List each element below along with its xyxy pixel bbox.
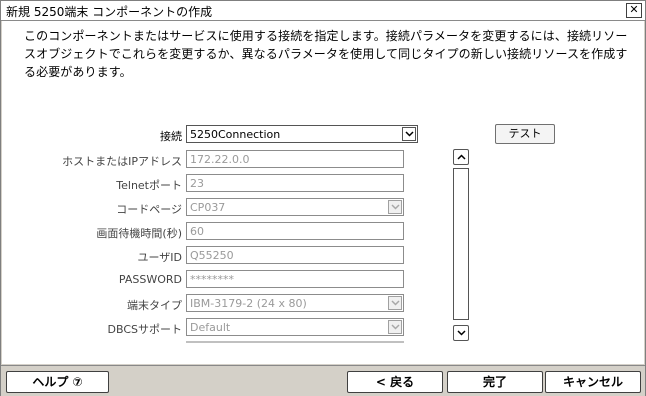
dbcs-support-field-value: Default <box>190 321 231 334</box>
password-field-label-box: PASSWORD <box>2 270 182 290</box>
user-id-field[interactable]: Q55250 <box>186 246 404 264</box>
description-text: このコンポーネントまたはサービスに使用する接続を指定します。接続パラメータを変更… <box>24 29 628 79</box>
help-button[interactable]: ヘルプ ⑦ <box>6 371 109 393</box>
telnet-port-field-label: Telnetポート <box>116 179 182 192</box>
connection-label: 接続 <box>160 130 182 143</box>
connection-dropdown-button[interactable] <box>402 127 416 141</box>
host-field[interactable]: 172.22.0.0 <box>186 150 404 168</box>
code-page-field[interactable]: CP037 <box>186 198 404 216</box>
host-field-label-box: ホストまたはIPアドレス <box>2 150 182 170</box>
code-page-field-label-box: コードページ <box>2 198 182 218</box>
chevron-up-icon <box>457 154 466 160</box>
terminal-type-field-value: IBM-3179-2 (24 x 80) <box>190 297 307 310</box>
scroll-up-button[interactable] <box>453 149 469 165</box>
button-bar: ヘルプ ⑦ < 戻る 完了 キャンセル <box>1 365 645 396</box>
close-button[interactable]: ✕ <box>626 3 642 18</box>
code-page-field-dropdown-button[interactable] <box>388 200 402 214</box>
terminal-type-field-dropdown-button[interactable] <box>388 296 402 310</box>
test-button[interactable]: テスト <box>495 124 555 144</box>
content-area: このコンポーネントまたはサービスに使用する接続を指定します。接続パラメータを変更… <box>2 21 644 364</box>
chevron-down-icon <box>391 300 400 306</box>
dbcs-support-field-label-box: DBCSサポート <box>2 318 183 338</box>
code-page-field-value: CP037 <box>190 201 226 214</box>
window-title: 新規 5250端末 コンポーネントの作成 <box>6 5 213 19</box>
dbcs-support-field[interactable]: Default <box>186 318 404 336</box>
finish-button[interactable]: 完了 <box>447 371 543 393</box>
dialog-window: 新規 5250端末 コンポーネントの作成 ✕ このコンポーネントまたはサービスに… <box>0 0 646 396</box>
back-button[interactable]: < 戻る <box>347 371 443 393</box>
telnet-port-field-label-box: Telnetポート <box>2 174 182 194</box>
chevron-down-icon <box>391 204 400 210</box>
host-field-label: ホストまたはIPアドレス <box>62 155 182 168</box>
telnet-port-field-value: 23 <box>190 177 204 190</box>
dbcs-support-field-label: DBCSサポート <box>107 323 183 336</box>
screen-wait-field-value: 60 <box>190 225 204 238</box>
screen-wait-field[interactable]: 60 <box>186 222 404 240</box>
chevron-down-icon <box>405 131 414 137</box>
telnet-port-field[interactable]: 23 <box>186 174 404 192</box>
password-field-label: PASSWORD <box>118 273 182 286</box>
password-field[interactable]: ******** <box>186 270 404 288</box>
host-field-value: 172.22.0.0 <box>190 153 250 166</box>
scroll-thumb[interactable] <box>453 168 469 320</box>
terminal-type-field-label: 端末タイプ <box>127 299 182 312</box>
chevron-down-icon <box>391 324 400 330</box>
clipped-row-edge <box>186 341 404 343</box>
chevron-down-icon <box>457 330 466 336</box>
connection-label-box: 接続 <box>2 125 182 145</box>
user-id-field-label: ユーザID <box>137 251 183 264</box>
terminal-type-field-label-box: 端末タイプ <box>2 294 182 314</box>
scroll-down-button[interactable] <box>453 325 469 341</box>
cancel-button[interactable]: キャンセル <box>545 371 641 393</box>
code-page-field-label: コードページ <box>116 203 182 216</box>
user-id-field-value: Q55250 <box>190 249 234 262</box>
title-bar: 新規 5250端末 コンポーネントの作成 ✕ <box>1 1 645 21</box>
screen-wait-field-label: 画面待機時間(秒) <box>96 227 182 240</box>
connection-value: 5250Connection <box>190 128 281 141</box>
dbcs-support-field-dropdown-button[interactable] <box>388 320 402 334</box>
close-icon: ✕ <box>629 3 639 16</box>
password-field-value: ******** <box>190 273 234 286</box>
screen-wait-field-label-box: 画面待機時間(秒) <box>2 222 182 242</box>
connection-select[interactable]: 5250Connection <box>186 125 418 143</box>
terminal-type-field[interactable]: IBM-3179-2 (24 x 80) <box>186 294 404 312</box>
user-id-field-label-box: ユーザID <box>2 246 183 266</box>
vertical-scrollbar[interactable] <box>453 149 469 343</box>
